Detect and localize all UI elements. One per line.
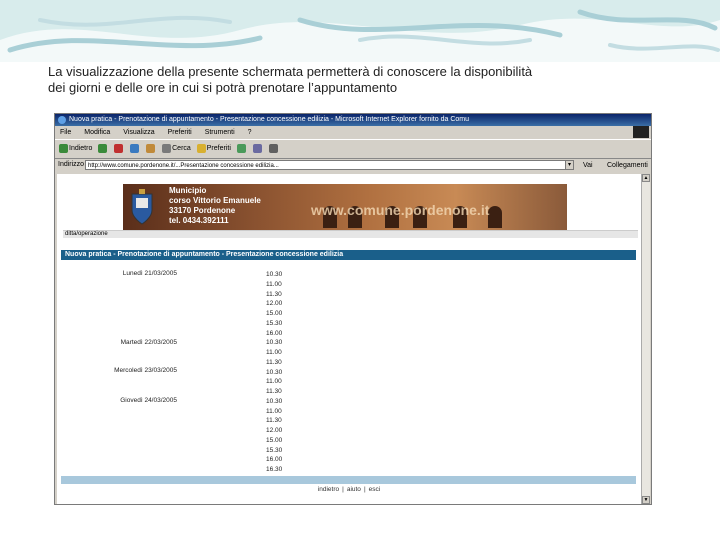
municipality-name: Municipio — [169, 186, 207, 195]
municipality-street: corso Vittorio Emanuele — [169, 196, 261, 205]
search-button[interactable]: Cerca — [162, 140, 191, 158]
go-button[interactable]: Vai — [583, 159, 593, 173]
time-slot[interactable]: 11.00 — [266, 348, 282, 358]
time-slot[interactable]: 11.00 — [266, 407, 282, 417]
forward-button[interactable] — [98, 140, 108, 158]
footer-link-help[interactable]: aiuto — [347, 486, 361, 493]
menu-modifica[interactable]: Modifica — [84, 129, 110, 136]
time-slot[interactable]: 11.30 — [266, 358, 282, 368]
history-icon — [236, 143, 246, 153]
time-slot[interactable]: 16.00 — [266, 455, 282, 465]
time-slot[interactable]: 15.30 — [266, 319, 282, 329]
back-arrow-icon — [59, 143, 68, 153]
time-slot[interactable]: 11.00 — [266, 377, 282, 387]
vertical-scrollbar[interactable]: ▲ ▼ — [641, 174, 650, 504]
time-slot[interactable]: 15.30 — [266, 446, 282, 456]
favorites-label: Preferiti — [206, 145, 231, 152]
page-heading: Nuova pratica - Prenotazione di appuntam… — [61, 250, 636, 260]
back-label: Indietro — [69, 145, 93, 152]
caption-line-2: dei giorni e delle ore in cui si potrà p… — [48, 80, 398, 95]
favorites-button[interactable]: Preferiti — [196, 140, 231, 158]
mail-icon — [252, 143, 262, 153]
browser-window: Nuova pratica - Prenotazione di appuntam… — [54, 113, 652, 505]
footer-bar — [61, 476, 636, 484]
time-slot[interactable]: 10.30 — [266, 338, 282, 348]
browser-toolbar: Indietro Cerca Preferiti — [55, 139, 651, 159]
mail-button[interactable] — [252, 140, 263, 158]
page-viewport: Municipio corso Vittorio Emanuele 33170 … — [57, 174, 641, 504]
time-slot[interactable]: 11.00 — [266, 280, 282, 290]
links-button[interactable]: Collegamenti — [607, 159, 648, 173]
city-crest-logo — [131, 189, 153, 225]
day-label: Giovedì 24/03/2005 — [120, 397, 177, 404]
address-dropdown-icon[interactable]: ▾ — [565, 160, 574, 170]
ie-icon — [58, 116, 66, 124]
breadcrumb[interactable]: ditta/operazione — [63, 230, 638, 238]
browser-title-bar: Nuova pratica - Prenotazione di appuntam… — [55, 114, 651, 126]
footer-link-exit[interactable]: esci — [369, 486, 381, 493]
footer-link-back[interactable]: indietro — [318, 486, 339, 493]
day-label: Martedì 22/03/2005 — [120, 339, 177, 346]
browser-title: Nuova pratica - Prenotazione di appuntam… — [69, 116, 469, 123]
footer-nav: indietro | aiuto | esci — [317, 486, 381, 493]
day-label: Mercoledì 23/03/2005 — [114, 367, 177, 374]
time-slot[interactable]: 12.00 — [266, 299, 282, 309]
address-label: Indirizzo — [58, 161, 85, 168]
scroll-up-icon[interactable]: ▲ — [642, 174, 650, 182]
home-button[interactable] — [146, 140, 156, 158]
scroll-down-icon[interactable]: ▼ — [642, 496, 650, 504]
slide-caption: La visualizzazione della presente scherm… — [48, 64, 688, 96]
caption-line-1: La visualizzazione della presente scherm… — [48, 64, 533, 79]
banner-url: www.comune.pordenone.it — [311, 202, 490, 218]
time-slot[interactable]: 16.00 — [266, 329, 282, 339]
history-button[interactable] — [236, 140, 247, 158]
time-slot[interactable]: 15.00 — [266, 309, 282, 319]
refresh-button[interactable] — [130, 140, 140, 158]
print-icon — [268, 143, 278, 153]
forward-arrow-icon — [98, 143, 108, 153]
search-icon — [162, 143, 172, 153]
time-slot[interactable]: 10.30 — [266, 368, 282, 378]
time-slot[interactable]: 10.30 — [266, 270, 282, 280]
menu-help[interactable]: ? — [248, 129, 252, 136]
back-button[interactable]: Indietro — [59, 140, 92, 158]
home-icon — [146, 143, 156, 153]
menu-bar: File Modifica Visualizza Preferiti Strum… — [55, 127, 651, 138]
time-slot[interactable]: 11.30 — [266, 416, 282, 426]
search-label: Cerca — [172, 145, 191, 152]
municipality-city: 33170 Pordenone — [169, 206, 236, 215]
municipality-phone: tel. 0434.392111 — [169, 216, 229, 225]
time-slot[interactable]: 12.00 — [266, 426, 282, 436]
print-button[interactable] — [268, 140, 279, 158]
municipality-info: Municipio corso Vittorio Emanuele 33170 … — [169, 186, 261, 226]
time-slots-list: 10.30 11.00 11.30 12.00 15.00 15.30 16.0… — [266, 270, 282, 475]
decorative-wave-banner — [0, 0, 720, 62]
time-slot[interactable]: 16.30 — [266, 465, 282, 475]
windows-logo-icon — [633, 126, 649, 138]
stop-icon — [114, 143, 124, 153]
time-slot[interactable]: 11.30 — [266, 387, 282, 397]
menu-visualizza[interactable]: Visualizza — [123, 129, 154, 136]
time-slot[interactable]: 11.30 — [266, 290, 282, 300]
stop-button[interactable] — [114, 140, 124, 158]
address-bar: Indirizzo http://www.comune.pordenone.it… — [55, 158, 651, 172]
time-slot[interactable]: 15.00 — [266, 436, 282, 446]
address-input[interactable]: http://www.comune.pordenone.it/...Presen… — [85, 160, 570, 170]
menu-strumenti[interactable]: Strumenti — [205, 129, 235, 136]
day-label: Lunedì 21/03/2005 — [122, 270, 177, 277]
time-slot[interactable]: 10.30 — [266, 397, 282, 407]
refresh-icon — [130, 143, 140, 153]
star-icon — [196, 143, 206, 153]
menu-preferiti[interactable]: Preferiti — [168, 129, 192, 136]
menu-file[interactable]: File — [60, 129, 71, 136]
